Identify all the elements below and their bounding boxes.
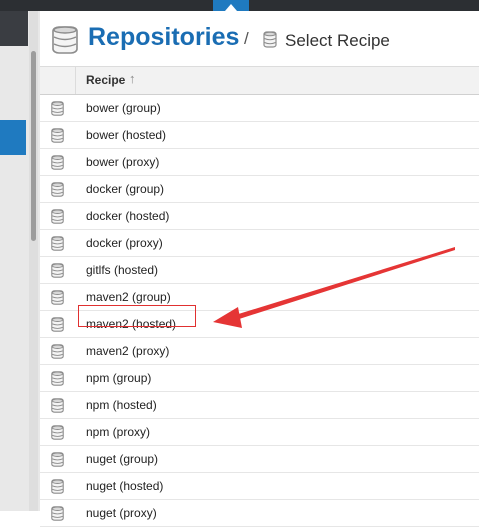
sidebar-header-block	[0, 11, 28, 46]
database-icon	[51, 452, 64, 467]
page-header: Repositories / Select Recipe	[40, 11, 479, 66]
recipe-name[interactable]: npm (group)	[86, 371, 151, 385]
database-icon	[51, 290, 64, 305]
database-icon	[51, 209, 64, 224]
recipe-name[interactable]: gitlfs (hosted)	[86, 263, 158, 277]
database-icon	[51, 101, 64, 116]
breadcrumb-separator: /	[244, 29, 249, 48]
recipe-name[interactable]: nuget (hosted)	[86, 479, 163, 493]
table-row[interactable]: docker (hosted)	[40, 203, 479, 230]
recipe-name[interactable]: docker (group)	[86, 182, 164, 196]
database-icon	[51, 398, 64, 413]
top-navigation-bar	[0, 0, 479, 11]
database-icon	[51, 317, 64, 332]
recipe-name[interactable]: npm (hosted)	[86, 398, 157, 412]
page-title: Repositories	[88, 23, 240, 51]
sidebar-scrollbar-thumb[interactable]	[31, 51, 36, 241]
table-row[interactable]: npm (proxy)	[40, 419, 479, 446]
recipe-name[interactable]: npm (proxy)	[86, 425, 150, 439]
database-icon	[51, 128, 64, 143]
table-row[interactable]: npm (hosted)	[40, 392, 479, 419]
recipe-name[interactable]: bower (group)	[86, 101, 161, 115]
table-row[interactable]: nuget (group)	[40, 446, 479, 473]
sidebar-selected-item[interactable]	[0, 120, 26, 155]
database-icon	[51, 344, 64, 359]
recipe-name[interactable]: maven2 (proxy)	[86, 344, 169, 358]
highlight-annotation-box	[78, 305, 196, 327]
database-icon	[51, 479, 64, 494]
recipe-name[interactable]: bower (hosted)	[86, 128, 166, 142]
recipe-table: Recipe ↑ bower (group) bower (hosted) bowe…	[40, 66, 479, 527]
recipe-name[interactable]: docker (proxy)	[86, 236, 163, 250]
database-icon	[51, 182, 64, 197]
table-header: Recipe ↑	[40, 66, 479, 95]
caret-up-icon	[225, 4, 237, 11]
recipe-name[interactable]: nuget (group)	[86, 452, 158, 466]
database-icon	[51, 425, 64, 440]
recipe-name[interactable]: maven2 (group)	[86, 290, 171, 304]
database-icon	[51, 155, 64, 170]
recipe-column-header[interactable]: Recipe	[86, 73, 125, 87]
active-nav-item[interactable]	[213, 0, 249, 11]
main-content: Repositories / Select Recipe Recipe ↑ bo…	[40, 11, 479, 527]
recipe-name[interactable]: nuget (proxy)	[86, 506, 157, 520]
table-row[interactable]: gitlfs (hosted)	[40, 257, 479, 284]
sort-ascending-icon[interactable]: ↑	[129, 71, 136, 86]
icon-column-header	[40, 67, 76, 94]
table-row[interactable]: bower (hosted)	[40, 122, 479, 149]
table-row[interactable]: maven2 (proxy)	[40, 338, 479, 365]
database-icon	[263, 31, 277, 48]
recipe-name[interactable]: docker (hosted)	[86, 209, 169, 223]
table-row[interactable]: npm (group)	[40, 365, 479, 392]
table-row[interactable]: docker (proxy)	[40, 230, 479, 257]
table-row[interactable]: nuget (proxy)	[40, 500, 479, 527]
database-icon	[51, 236, 64, 251]
recipe-name[interactable]: bower (proxy)	[86, 155, 159, 169]
database-icon	[52, 26, 78, 54]
table-row[interactable]: nuget (hosted)	[40, 473, 479, 500]
breadcrumb-current[interactable]: Select Recipe	[285, 31, 390, 51]
table-row[interactable]: bower (proxy)	[40, 149, 479, 176]
database-icon	[51, 371, 64, 386]
table-row[interactable]: bower (group)	[40, 95, 479, 122]
table-row[interactable]: docker (group)	[40, 176, 479, 203]
database-icon	[51, 506, 64, 521]
left-sidebar	[0, 11, 40, 511]
database-icon	[51, 263, 64, 278]
